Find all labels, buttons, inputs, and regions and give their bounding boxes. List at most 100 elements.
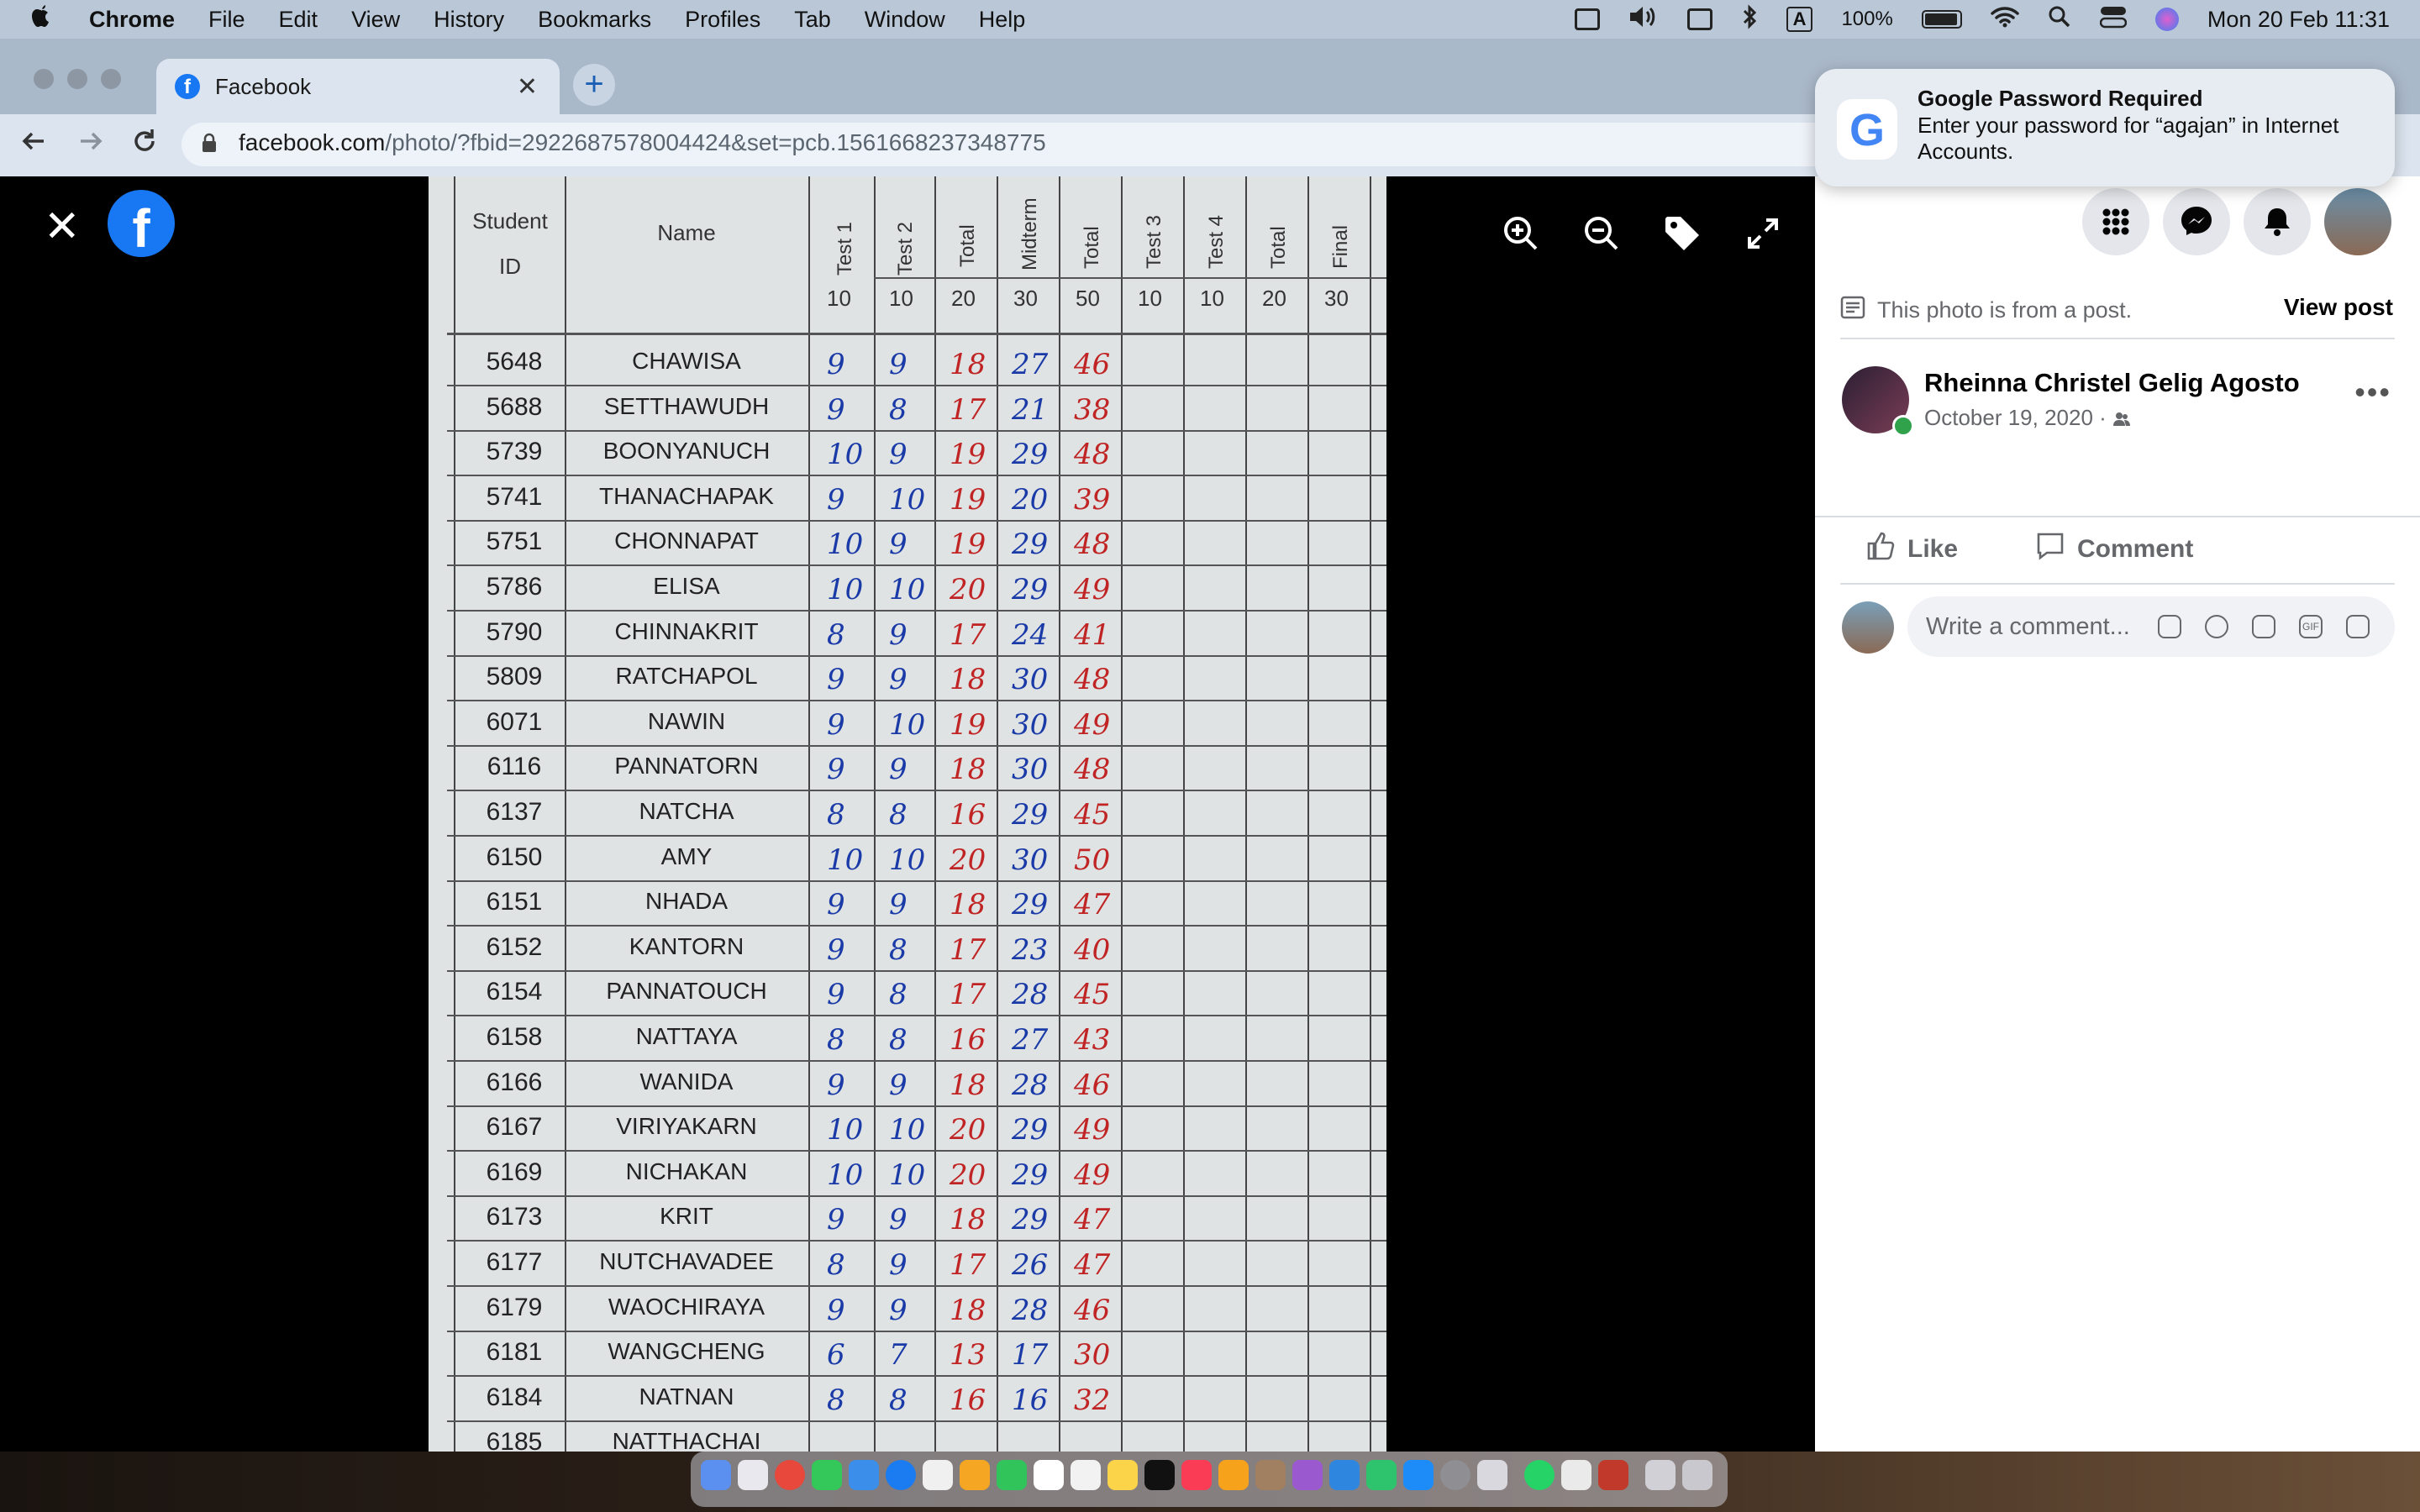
- score-total-1: 18: [950, 888, 986, 922]
- battery-icon[interactable]: [1921, 10, 1962, 29]
- fullscreen-icon[interactable]: [1743, 213, 1783, 254]
- maps-icon[interactable]: [923, 1460, 953, 1490]
- menu-help[interactable]: Help: [979, 7, 1026, 33]
- close-viewer-icon[interactable]: ✕: [44, 202, 81, 252]
- menu-view[interactable]: View: [351, 7, 400, 33]
- post-note-icon: [1840, 296, 1865, 325]
- zoom-in-icon[interactable]: [1501, 213, 1541, 254]
- keynote-icon[interactable]: [1329, 1460, 1360, 1490]
- window-close-button[interactable]: [34, 69, 54, 89]
- comment-input[interactable]: Write a comment... GIF: [1907, 596, 2395, 657]
- music-icon[interactable]: [1181, 1460, 1212, 1490]
- commenter-avatar[interactable]: [1842, 601, 1894, 654]
- score-midterm: 21: [1012, 392, 1049, 427]
- app-store-icon[interactable]: [1403, 1460, 1434, 1490]
- facebook-logo[interactable]: f: [108, 190, 175, 259]
- menu-file[interactable]: File: [208, 7, 245, 33]
- finder-icon[interactable]: [701, 1460, 731, 1490]
- siri-icon[interactable]: [2154, 8, 2179, 31]
- textedit-icon[interactable]: [1561, 1460, 1591, 1490]
- apple-menu-icon[interactable]: [30, 3, 59, 35]
- window-zoom-button[interactable]: [101, 69, 121, 89]
- like-button[interactable]: Like: [1865, 531, 1958, 568]
- password-notification[interactable]: G Google Password Required Enter your pa…: [1815, 69, 2395, 186]
- score-test-1: 9: [827, 1293, 845, 1327]
- messenger-icon[interactable]: [2163, 188, 2230, 255]
- camera-icon[interactable]: [2252, 615, 2275, 638]
- screen-mirroring-icon[interactable]: [1686, 8, 1712, 30]
- menu-window[interactable]: Window: [865, 7, 945, 33]
- sticker-icon[interactable]: [2346, 615, 2370, 638]
- menu-bookmarks[interactable]: Bookmarks: [538, 7, 651, 33]
- downloads-folder-icon[interactable]: [1645, 1460, 1676, 1490]
- calendar-icon[interactable]: [1034, 1460, 1064, 1490]
- menu-app-chrome[interactable]: Chrome: [89, 7, 175, 33]
- student-id-cell: 6166: [486, 1068, 543, 1096]
- notifications-bell-icon[interactable]: [2244, 188, 2311, 255]
- menu-grid-icon[interactable]: [2082, 188, 2149, 255]
- pages-icon[interactable]: [1218, 1460, 1249, 1490]
- tv-icon[interactable]: [1144, 1460, 1175, 1490]
- launchpad-icon[interactable]: [738, 1460, 768, 1490]
- url-text[interactable]: facebook.com/photo/?fbid=292268757800442…: [239, 129, 1046, 156]
- student-id-cell: 5790: [486, 617, 543, 646]
- bluetooth-icon[interactable]: [1741, 3, 1758, 35]
- post-date[interactable]: October 19, 2020 ·: [1924, 405, 2131, 431]
- new-tab-button[interactable]: +: [573, 64, 615, 106]
- back-icon[interactable]: [18, 126, 49, 164]
- score-midterm: 29: [1012, 798, 1049, 832]
- score-test-2: 9: [889, 348, 908, 381]
- wifi-icon[interactable]: [1991, 6, 2019, 34]
- emoji-icon[interactable]: [2205, 615, 2228, 638]
- avatar-sticker-icon[interactable]: [2158, 615, 2181, 638]
- gif-icon[interactable]: GIF: [2299, 615, 2323, 638]
- whatsapp-icon[interactable]: [1524, 1460, 1555, 1490]
- menu-edit[interactable]: Edit: [279, 7, 318, 33]
- notes-icon[interactable]: [1107, 1460, 1138, 1490]
- comment-button[interactable]: Comment: [2035, 531, 2193, 568]
- menu-tab[interactable]: Tab: [794, 7, 831, 33]
- poster-name[interactable]: Rheinna Christel Gelig Agosto: [1924, 368, 2300, 398]
- tab-facebook[interactable]: f Facebook ✕: [156, 59, 560, 114]
- trash-icon[interactable]: [1682, 1460, 1712, 1490]
- view-post-link[interactable]: View post: [2284, 294, 2393, 321]
- account-avatar[interactable]: [2324, 188, 2391, 255]
- header-student-id: Student ID: [472, 208, 548, 279]
- forward-icon[interactable]: [76, 126, 106, 164]
- messages-icon[interactable]: [812, 1460, 842, 1490]
- app-icon[interactable]: [1255, 1460, 1286, 1490]
- max-final: 30: [1324, 286, 1349, 311]
- contacts-icon[interactable]: [1071, 1460, 1101, 1490]
- system-preferences-icon[interactable]: [1440, 1460, 1470, 1490]
- photos-icon[interactable]: [960, 1460, 990, 1490]
- window-layout-icon[interactable]: [1574, 8, 1600, 30]
- tag-icon[interactable]: [1662, 213, 1702, 254]
- menu-history[interactable]: History: [434, 7, 504, 33]
- numbers-icon[interactable]: [1366, 1460, 1397, 1490]
- menu-bar-clock[interactable]: Mon 20 Feb 11:31: [2207, 7, 2390, 33]
- preview-icon[interactable]: [1477, 1460, 1507, 1490]
- safari-icon[interactable]: [886, 1460, 916, 1490]
- window-minimize-button[interactable]: [67, 69, 87, 89]
- dictionary-icon[interactable]: [1598, 1460, 1628, 1490]
- table-row: 5648 CHAWISA 9 9 18 27 46: [447, 341, 1386, 386]
- input-source-icon[interactable]: A: [1786, 7, 1813, 32]
- zoom-out-icon[interactable]: [1581, 213, 1622, 254]
- control-center-icon[interactable]: [2099, 5, 2128, 34]
- mail-icon[interactable]: [849, 1460, 879, 1490]
- lock-icon[interactable]: [202, 133, 217, 153]
- facetime-icon[interactable]: [997, 1460, 1027, 1490]
- chrome-icon[interactable]: [775, 1460, 805, 1490]
- table-row: 5739 BOONYANUCH 10 9 19 29 48: [447, 431, 1386, 477]
- volume-icon[interactable]: [1628, 5, 1659, 34]
- reload-icon[interactable]: [129, 126, 160, 164]
- spotlight-search-icon[interactable]: [2048, 5, 2071, 34]
- podcasts-icon[interactable]: [1292, 1460, 1323, 1490]
- student-id-cell: 6177: [486, 1248, 543, 1276]
- more-options-icon[interactable]: •••: [2354, 375, 2391, 410]
- score-test-2: 9: [889, 753, 908, 787]
- tab-close-icon[interactable]: ✕: [517, 72, 538, 102]
- menu-profiles[interactable]: Profiles: [685, 7, 760, 33]
- score-midterm: 28: [1012, 1068, 1049, 1102]
- score-test-1: 9: [827, 1203, 845, 1237]
